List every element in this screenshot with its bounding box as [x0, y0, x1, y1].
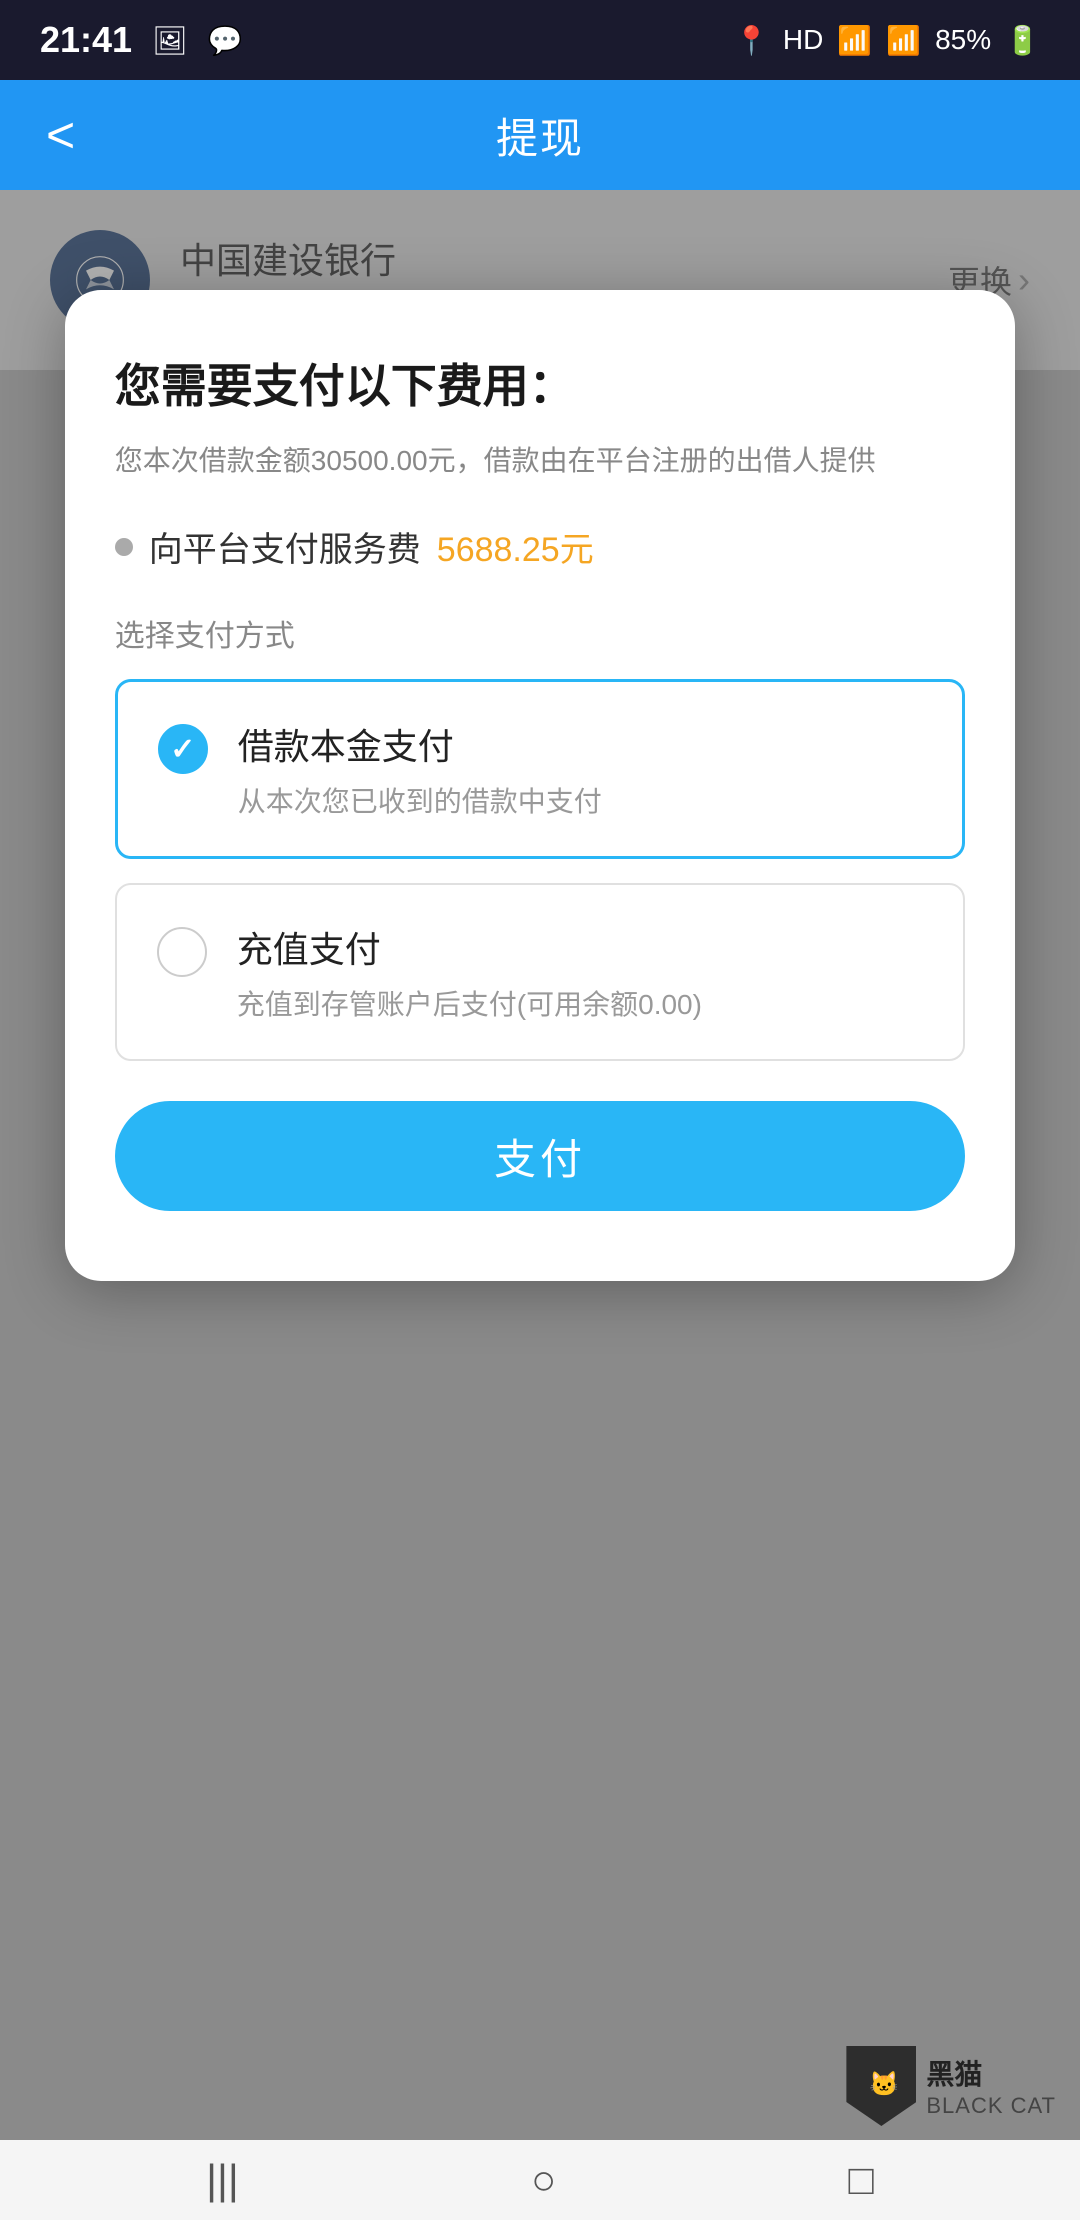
option-recharge-desc: 充值到存管账户后支付(可用余额0.00)	[237, 983, 702, 1023]
option-loan-title: 借款本金支付	[238, 718, 602, 770]
fee-dot	[115, 538, 133, 556]
hd-label: HD	[783, 24, 823, 56]
modal-subtitle: 您本次借款金额30500.00元，借款由在平台注册的出借人提供	[115, 440, 965, 482]
cat-shield-icon: 🐱	[846, 2046, 916, 2126]
recent-nav-button[interactable]: □	[849, 2156, 874, 2204]
fee-row: 向平台支付服务费 5688.25元	[115, 522, 965, 571]
modal-title: 您需要支付以下费用：	[115, 350, 965, 416]
location-icon: 📍	[734, 24, 769, 57]
black-cat-cn-label: 黑猫	[926, 2053, 982, 2093]
battery-label: 85%	[935, 24, 991, 56]
home-nav-button[interactable]: ○	[531, 2156, 556, 2204]
option-recharge-content: 充值支付 充值到存管账户后支付(可用余额0.00)	[237, 921, 702, 1023]
black-cat-en-label: BLACK CAT	[926, 2093, 1056, 2119]
svg-text:🐱: 🐱	[869, 2071, 899, 2098]
status-bar: 21:41 🖼 💬 📍 HD 📶 📶 85% 🔋	[0, 0, 1080, 80]
black-cat-watermark: 🐱 黑猫 BLACK CAT	[822, 2032, 1080, 2140]
image-icon: 🖼	[152, 24, 188, 57]
radio-recharge	[157, 927, 207, 977]
fee-label: 向平台支付服务费	[149, 522, 421, 571]
option-recharge-title: 充值支付	[237, 921, 702, 973]
payment-option-loan[interactable]: ✓ 借款本金支付 从本次您已收到的借款中支付	[115, 679, 965, 859]
status-bar-left: 21:41 🖼 💬	[40, 19, 243, 61]
status-bar-right: 📍 HD 📶 📶 85% 🔋	[734, 24, 1040, 57]
page-title: 提现	[496, 105, 584, 166]
status-time: 21:41	[40, 19, 132, 61]
modal-card: 您需要支付以下费用： 您本次借款金额30500.00元，借款由在平台注册的出借人…	[65, 290, 1015, 1281]
radio-loan: ✓	[158, 724, 208, 774]
signal-icon: 📶	[886, 24, 921, 57]
nav-bar: < 提现	[0, 80, 1080, 190]
fee-amount: 5688.25元	[437, 522, 594, 571]
main-background: 中国建设银行 6227 **** **** 7765 更换 › 您需要支付以下费…	[0, 190, 1080, 2140]
black-cat-text: 黑猫 BLACK CAT	[926, 2053, 1056, 2119]
option-loan-content: 借款本金支付 从本次您已收到的借款中支付	[238, 718, 602, 820]
pay-button[interactable]: 支付	[115, 1101, 965, 1211]
payment-method-label: 选择支付方式	[115, 611, 965, 655]
bottom-nav: ||| ○ □	[0, 2140, 1080, 2220]
back-nav-button[interactable]: |||	[206, 2156, 239, 2204]
wifi-icon: 📶	[837, 24, 872, 57]
battery-icon: 🔋	[1005, 24, 1040, 57]
payment-option-recharge[interactable]: 充值支付 充值到存管账户后支付(可用余额0.00)	[115, 883, 965, 1061]
option-loan-desc: 从本次您已收到的借款中支付	[238, 780, 602, 820]
back-button[interactable]: <	[36, 96, 85, 174]
message-icon: 💬	[208, 24, 243, 57]
check-icon: ✓	[170, 732, 195, 767]
modal-overlay: 您需要支付以下费用： 您本次借款金额30500.00元，借款由在平台注册的出借人…	[0, 190, 1080, 2140]
